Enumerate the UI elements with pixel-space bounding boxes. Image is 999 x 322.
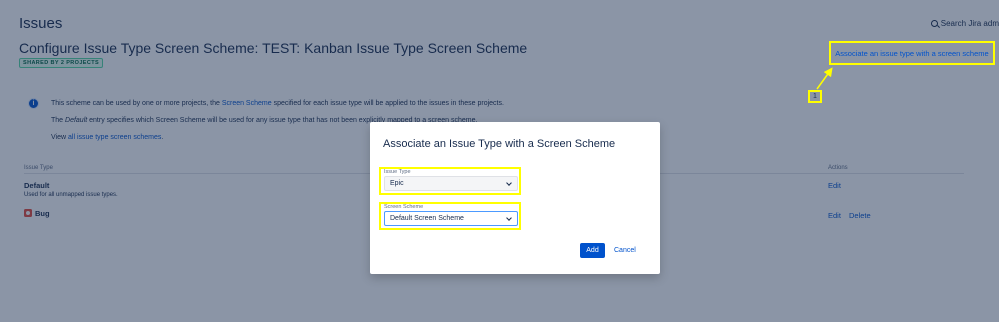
screen-scheme-select[interactable]: Default Screen Scheme [384, 211, 518, 226]
screen-scheme-field-highlight: Screen Scheme Default Screen Scheme [379, 202, 521, 230]
screen-scheme-label: Screen Scheme [384, 204, 424, 210]
associate-dialog: Associate an Issue Type with a Screen Sc… [370, 122, 660, 274]
chevron-down-icon [506, 180, 512, 186]
issue-type-value: Epic [390, 180, 404, 187]
screen-scheme-value: Default Screen Scheme [390, 215, 464, 222]
chevron-down-icon [506, 215, 512, 221]
add-button[interactable]: Add [580, 243, 605, 258]
issue-type-label: Issue Type [384, 169, 411, 175]
cancel-button[interactable]: Cancel [614, 243, 636, 258]
issue-type-field-highlight: Issue Type Epic [379, 167, 521, 195]
dialog-title: Associate an Issue Type with a Screen Sc… [383, 138, 616, 150]
callout-1: 1 [808, 90, 822, 103]
associate-issue-type-link[interactable]: Associate an issue type with a screen sc… [829, 41, 995, 65]
issue-type-select[interactable]: Epic [384, 176, 518, 191]
